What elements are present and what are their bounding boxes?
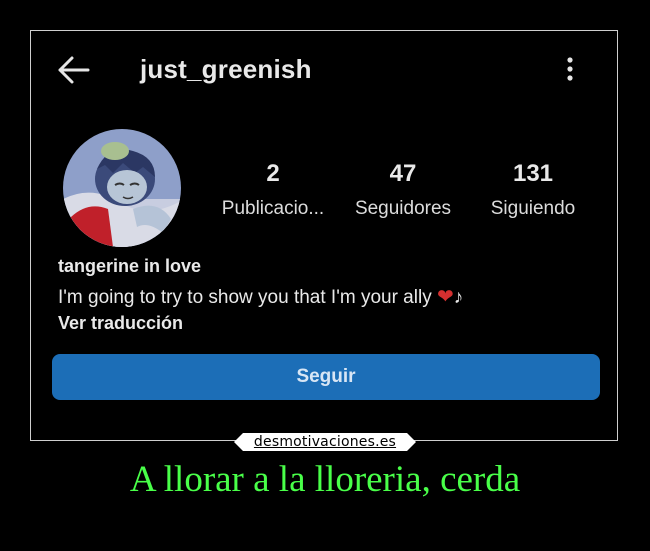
instagram-profile-screenshot: just_greenish 2 Publicacio... 47 Seguido… bbox=[32, 32, 616, 439]
arrow-left-icon bbox=[58, 56, 90, 84]
more-options-button[interactable] bbox=[558, 52, 582, 88]
stat-following[interactable]: 131 Siguiendo bbox=[468, 160, 598, 220]
stat-followers-value: 47 bbox=[389, 160, 417, 187]
stat-posts[interactable]: 2 Publicacio... bbox=[208, 160, 338, 220]
stat-following-value: 131 bbox=[512, 160, 554, 187]
site-watermark: desmotivaciones.es bbox=[234, 433, 416, 451]
follow-button[interactable]: Seguir bbox=[52, 354, 600, 400]
back-button[interactable] bbox=[54, 52, 94, 88]
site-watermark-text: desmotivaciones.es bbox=[253, 434, 397, 450]
stat-posts-value: 2 bbox=[266, 160, 280, 187]
music-note-icon: ♪ bbox=[453, 287, 464, 308]
bio-text: I'm going to try to show you that I'm yo… bbox=[58, 284, 463, 309]
bio-text-content: I'm going to try to show you that I'm yo… bbox=[58, 287, 432, 308]
stat-following-label: Siguiendo bbox=[490, 198, 576, 219]
see-translation-link[interactable]: Ver traducción bbox=[58, 313, 183, 334]
stat-followers[interactable]: 47 Seguidores bbox=[338, 160, 468, 220]
poster-caption: A llorar a la lloreria, cerda bbox=[129, 459, 521, 500]
stat-followers-label: Seguidores bbox=[354, 198, 452, 219]
stat-posts-label: Publicacio... bbox=[221, 198, 325, 219]
avatar-illustration bbox=[63, 129, 181, 247]
profile-username: just_greenish bbox=[140, 54, 312, 84]
poster-frame: just_greenish 2 Publicacio... 47 Seguido… bbox=[30, 30, 618, 441]
bio-display-name: tangerine in love bbox=[58, 256, 202, 276]
heart-icon: ❤ bbox=[436, 286, 454, 308]
more-vertical-icon bbox=[567, 57, 573, 81]
avatar[interactable] bbox=[63, 129, 181, 247]
